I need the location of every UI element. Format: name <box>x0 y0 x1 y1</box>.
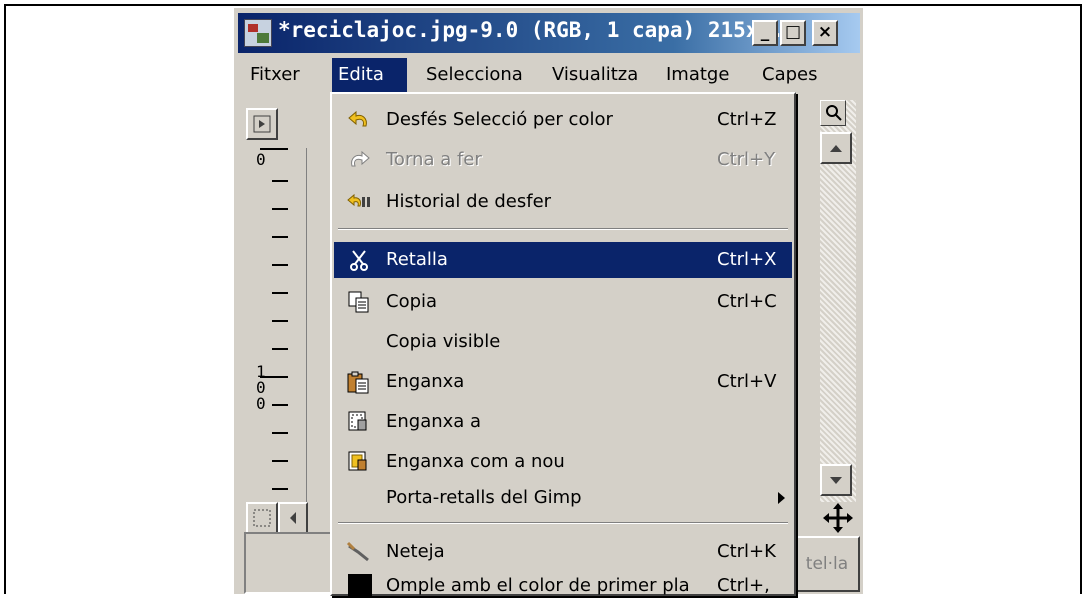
menu-item-copy[interactable]: Copia Ctrl+C <box>334 284 792 320</box>
arrow-down-icon <box>830 477 842 484</box>
menu-bar: Fitxer Edita Selecciona Visualitza Imatg… <box>238 58 860 92</box>
menu-item-gimp-clipboard[interactable]: Porta-retalls del Gimp <box>334 480 792 516</box>
ruler-label-top: 0 <box>256 150 266 169</box>
menu-item-label: Enganxa <box>386 371 465 392</box>
menu-item-paste[interactable]: Enganxa Ctrl+V <box>334 364 792 400</box>
scroll-down-button[interactable] <box>820 464 852 496</box>
menu-capes[interactable]: Capes <box>756 58 823 92</box>
menu-selecciona[interactable]: Selecciona <box>420 58 529 92</box>
menu-item-label: Omple amb el color de primer pla <box>386 575 690 596</box>
menu-arrow-button[interactable] <box>246 108 278 140</box>
vertical-ruler: 0 1 0 0 <box>244 148 307 503</box>
menu-item-shortcut: Ctrl+, <box>717 575 770 596</box>
menu-item-shortcut: Ctrl+V <box>717 371 777 392</box>
menu-item-undo[interactable]: Desfés Selecció per color Ctrl+Z <box>334 102 792 138</box>
menu-item-redo[interactable]: Torna a fer Ctrl+Y <box>334 142 792 178</box>
scroll-left-button[interactable] <box>278 502 308 534</box>
undo-icon <box>348 110 367 127</box>
menu-item-label: Copia visible <box>386 331 501 352</box>
menu-item-shortcut: Ctrl+X <box>717 249 777 270</box>
menu-item-shortcut: Ctrl+Y <box>717 149 776 170</box>
ruler-label-100-c: 0 <box>256 394 266 413</box>
arrow-up-icon <box>830 145 842 152</box>
close-button[interactable]: × <box>812 20 838 46</box>
menu-item-label: Torna a fer <box>386 149 482 170</box>
menu-item-label: Enganxa com a nou <box>386 451 565 472</box>
edit-menu-dropdown: Desfés Selecció per color Ctrl+Z Torna a… <box>330 92 796 598</box>
menu-separator <box>338 522 788 524</box>
maximize-button[interactable]: □ <box>780 20 806 46</box>
paste-as-new-icon <box>348 451 367 471</box>
arrow-left-icon <box>290 512 296 524</box>
menu-item-clear[interactable]: Neteja Ctrl+K <box>334 534 792 570</box>
copy-icon <box>348 291 369 313</box>
submenu-arrow-icon <box>778 492 785 504</box>
menu-item-label: Porta-retalls del Gimp <box>386 487 582 508</box>
scroll-up-button[interactable] <box>820 132 852 164</box>
gimp-image-icon <box>244 19 272 47</box>
menu-item-label: Retalla <box>386 249 448 270</box>
menu-item-paste-into[interactable]: Enganxa a <box>334 404 792 440</box>
menu-separator <box>338 228 788 230</box>
scissors-icon <box>350 250 368 271</box>
menu-item-label: Historial de desfer <box>386 191 552 212</box>
fg-fill-icon <box>348 574 372 598</box>
status-field <box>244 532 334 594</box>
navigate-button[interactable] <box>818 502 858 534</box>
zoom-button[interactable] <box>820 100 846 126</box>
window-title: *reciclajoc.jpg-9.0 (RGB, 1 capa) 215x1.… <box>278 18 810 42</box>
menu-item-fill-fg[interactable]: Omple amb el color de primer pla Ctrl+, <box>334 568 792 604</box>
menu-item-label: Neteja <box>386 541 445 562</box>
menu-item-undo-history[interactable]: Historial de desfer <box>334 184 792 220</box>
clear-icon <box>346 541 369 562</box>
menu-item-shortcut: Ctrl+C <box>717 291 777 312</box>
redo-icon <box>351 150 370 167</box>
selection-icon <box>253 509 271 527</box>
menu-item-label: Enganxa a <box>386 411 482 432</box>
cancel-button[interactable]: tel·la <box>794 536 860 592</box>
paste-into-icon <box>348 411 367 431</box>
minimize-button[interactable]: _ <box>752 20 778 46</box>
title-bar[interactable]: *reciclajoc.jpg-9.0 (RGB, 1 capa) 215x1.… <box>238 13 860 53</box>
menu-imatge[interactable]: Imatge <box>660 58 735 92</box>
menu-edita[interactable]: Edita <box>332 58 407 92</box>
play-icon <box>253 115 271 133</box>
magnifier-icon <box>826 105 842 121</box>
menu-item-label: Desfés Selecció per color <box>386 109 613 130</box>
menu-item-shortcut: Ctrl+Z <box>717 109 777 130</box>
menu-item-cut[interactable]: Retalla Ctrl+X <box>334 242 792 278</box>
menu-fitxer[interactable]: Fitxer <box>244 58 306 92</box>
quick-mask-button[interactable] <box>246 502 278 534</box>
menu-item-shortcut: Ctrl+K <box>717 541 776 562</box>
move-arrows-icon <box>823 503 853 533</box>
menu-item-copy-visible[interactable]: Copia visible <box>334 324 792 360</box>
menu-item-paste-as-new[interactable]: Enganxa com a nou <box>334 444 792 480</box>
undo-history-icon <box>347 193 370 207</box>
menu-item-label: Copia <box>386 291 438 312</box>
menu-visualitza[interactable]: Visualitza <box>546 58 644 92</box>
vertical-scrollbar[interactable] <box>820 100 856 520</box>
paste-icon <box>347 371 369 394</box>
